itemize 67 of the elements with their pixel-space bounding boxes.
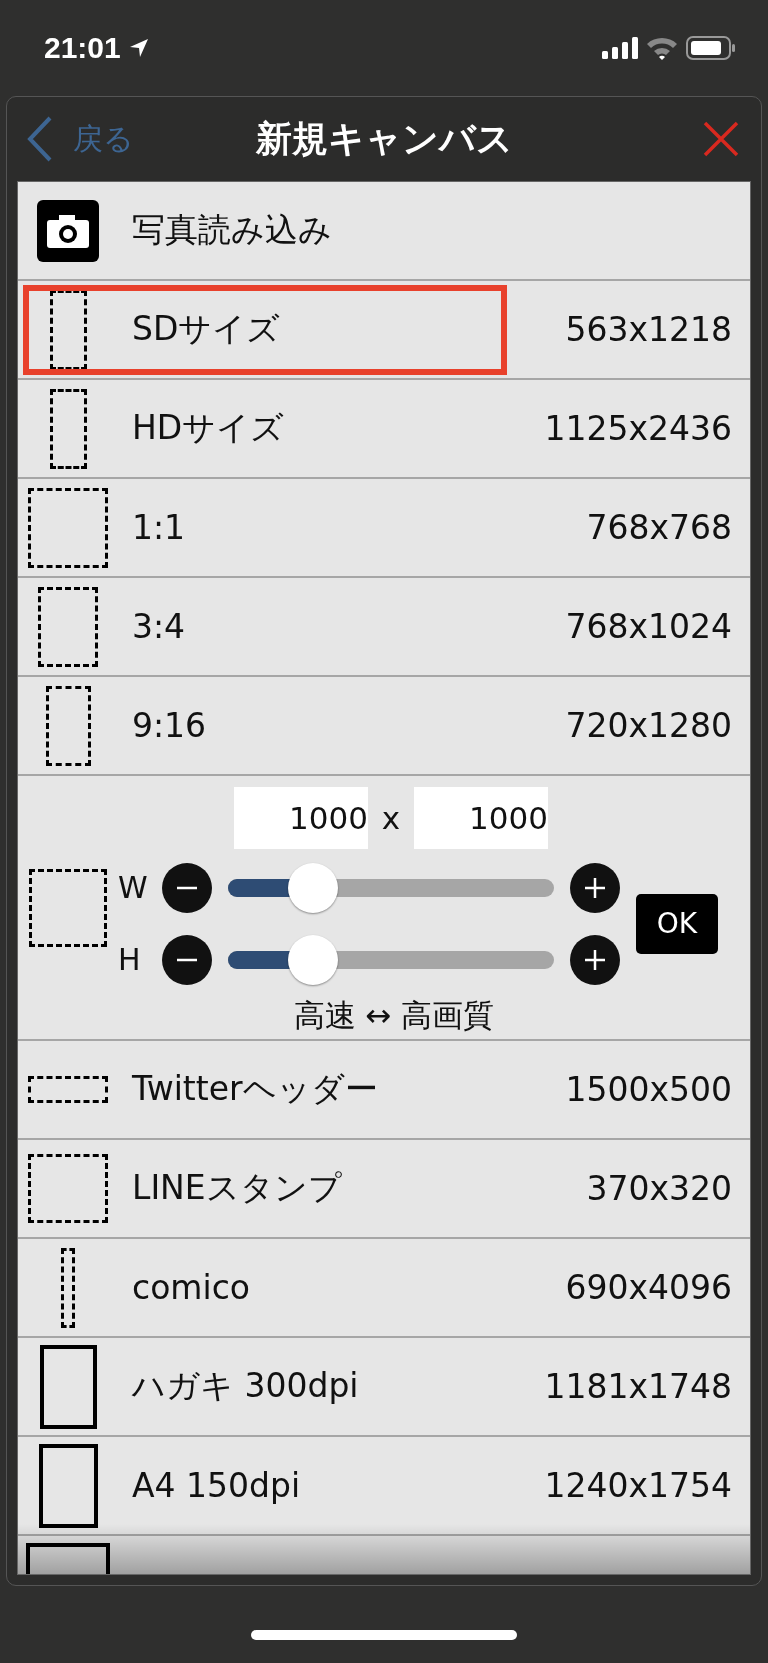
battery-icon bbox=[686, 36, 736, 60]
slider-thumb[interactable] bbox=[287, 862, 338, 913]
item-label: HDサイズ bbox=[132, 407, 285, 449]
signal-icon bbox=[602, 37, 638, 59]
size-value: 563x1218 bbox=[565, 310, 732, 349]
plus-button[interactable] bbox=[570, 934, 620, 985]
screen-title: 新規キャンバス bbox=[255, 116, 513, 161]
slider[interactable] bbox=[228, 934, 554, 985]
slider[interactable] bbox=[228, 862, 554, 913]
wifi-icon bbox=[646, 36, 678, 60]
slider-label: W bbox=[118, 870, 149, 905]
size-value: 768x768 bbox=[586, 508, 732, 547]
canvas-size-item[interactable]: SDサイズ 563x1218 bbox=[18, 281, 750, 380]
slider-label: H bbox=[118, 942, 142, 977]
quality-caption: 高速 ↔ 高画質 bbox=[293, 995, 495, 1035]
item-label: SDサイズ bbox=[132, 308, 281, 350]
item-label: ハガキ 300dpi bbox=[132, 1365, 359, 1407]
canvas-frame-icon bbox=[49, 289, 87, 370]
canvas-size-item[interactable]: 写真読み込み bbox=[18, 182, 750, 281]
status-time: 21:01 bbox=[44, 31, 121, 65]
canvas-frame-icon bbox=[28, 1154, 108, 1223]
size-value: 1240x1754 bbox=[544, 1466, 732, 1505]
item-label: 3:4 bbox=[132, 607, 186, 646]
canvas-frame-icon bbox=[28, 1076, 108, 1103]
item-label: 写真読み込み bbox=[132, 209, 332, 251]
canvas-frame-icon bbox=[38, 586, 98, 667]
minus-button[interactable] bbox=[162, 862, 212, 913]
canvas-size-item[interactable]: LINEスタンプ 370x320 bbox=[18, 1140, 750, 1239]
size-value: 370x320 bbox=[586, 1169, 732, 1208]
canvas-size-item[interactable]: 9:16 720x1280 bbox=[18, 677, 750, 776]
canvas-size-item[interactable]: comico 690x4096 bbox=[18, 1239, 750, 1338]
canvas-size-item[interactable]: HDサイズ 1125x2436 bbox=[18, 380, 750, 479]
width-field[interactable]: 1000 bbox=[234, 786, 368, 849]
location-arrow-icon bbox=[128, 38, 149, 58]
canvas-frame-icon bbox=[28, 487, 108, 568]
canvas-size-item[interactable]: Twitterヘッダー 1500x500 bbox=[18, 1041, 750, 1140]
canvas-size-item[interactable]: ハガキ 300dpi 1181x1748 bbox=[18, 1338, 750, 1437]
item-label: 1:1 bbox=[132, 508, 186, 547]
canvas-frame-icon bbox=[45, 685, 91, 766]
minus-button[interactable] bbox=[162, 934, 212, 985]
size-value: 720x1280 bbox=[565, 706, 732, 745]
size-value: 1181x1748 bbox=[544, 1367, 732, 1406]
item-label: Twitterヘッダー bbox=[132, 1068, 378, 1110]
paper-frame-icon bbox=[39, 1344, 97, 1429]
slider-thumb[interactable] bbox=[287, 934, 338, 985]
canvas-frame-icon bbox=[49, 388, 87, 469]
times-sign: x bbox=[380, 799, 402, 836]
ok-button[interactable]: OK bbox=[636, 893, 718, 954]
canvas-size-item[interactable]: 3:4 768x1024 bbox=[18, 578, 750, 677]
camera-icon bbox=[37, 199, 99, 262]
canvas-size-item[interactable]: 1:1 768x768 bbox=[18, 479, 750, 578]
plus-button[interactable] bbox=[570, 862, 620, 913]
paper-frame-icon bbox=[38, 1443, 98, 1528]
height-field[interactable]: 1000 bbox=[414, 786, 548, 849]
size-value: 690x4096 bbox=[565, 1268, 732, 1307]
canvas-frame-icon bbox=[61, 1247, 75, 1328]
item-label: LINEスタンプ bbox=[132, 1167, 342, 1209]
size-value: 768x1024 bbox=[565, 607, 732, 646]
item-label: 9:16 bbox=[132, 706, 207, 745]
item-label: A4 150dpi bbox=[132, 1466, 301, 1505]
item-label: comico bbox=[132, 1268, 250, 1307]
close-icon[interactable] bbox=[703, 121, 739, 157]
canvas-frame-icon bbox=[29, 868, 107, 947]
chevron-icon bbox=[27, 116, 53, 162]
canvas-size-item[interactable]: A4 150dpi 1240x1754 bbox=[18, 1437, 750, 1536]
size-value: 1125x2436 bbox=[544, 409, 732, 448]
size-value: 1500x500 bbox=[565, 1070, 732, 1109]
